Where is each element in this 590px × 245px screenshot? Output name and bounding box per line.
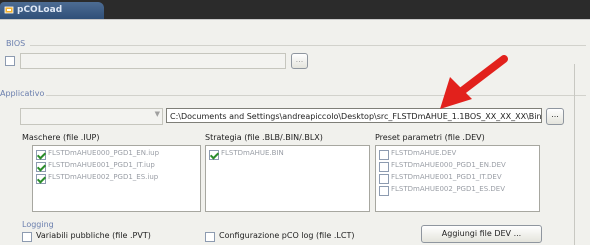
app-icon — [4, 6, 14, 14]
list-item[interactable]: FLSTDmAHUE.DEV — [391, 149, 456, 157]
maschere-checkbox-2[interactable] — [36, 174, 46, 184]
config-log-checkbox[interactable] — [205, 232, 215, 242]
maschere-list: FLSTDmAHUE000_PGD1_EN.iup FLSTDmAHUE001_… — [32, 145, 201, 212]
maschere-checkbox-0[interactable] — [36, 150, 46, 160]
preset-checkbox-0[interactable] — [379, 150, 389, 160]
preset-checkbox-3[interactable] — [379, 186, 389, 196]
config-log-label: Configurazione pCO log (file .LCT) — [219, 231, 355, 240]
preset-label: Preset parametri (file .DEV) — [375, 133, 485, 142]
applicativo-group-label: Applicativo — [0, 89, 45, 98]
list-item[interactable]: FLSTDmAHUE002_PGD1_ES.iup — [48, 173, 158, 181]
tab-title: pCOLoad — [17, 5, 63, 15]
bios-file-field[interactable] — [20, 53, 286, 69]
strategia-label: Strategia (file .BLB/.BIN/.BLX) — [205, 133, 323, 142]
list-item[interactable]: FLSTDmAHUE001_PGD1_IT.DEV — [391, 173, 502, 181]
bios-browse-button[interactable]: ... — [291, 53, 308, 69]
tab-pcoload[interactable]: pCOLoad — [0, 2, 104, 19]
right-edge-divider — [574, 64, 585, 245]
preset-checkbox-1[interactable] — [379, 162, 389, 172]
list-item[interactable]: FLSTDmAHUE.BIN — [221, 149, 284, 157]
variabili-checkbox[interactable] — [22, 232, 32, 242]
title-bar: pCOLoad — [0, 0, 590, 19]
bios-separator — [30, 45, 586, 46]
preset-checkbox-2[interactable] — [379, 174, 389, 184]
red-arrow-icon — [440, 55, 508, 109]
preset-list: FLSTDmAHUE.DEV FLSTDmAHUE000_PGD1_EN.DEV… — [375, 145, 540, 212]
list-item[interactable]: FLSTDmAHUE002_PGD1_ES.DEV — [391, 185, 505, 193]
add-dev-file-button[interactable]: Aggiungi file DEV ... — [421, 225, 542, 243]
list-item[interactable]: FLSTDmAHUE001_PGD1_IT.iup — [48, 161, 155, 169]
chevron-down-icon: ▼ — [154, 110, 160, 118]
list-item[interactable]: FLSTDmAHUE000_PGD1_EN.iup — [48, 149, 159, 157]
logging-group-label: Logging — [22, 220, 54, 229]
maschere-checkbox-1[interactable] — [36, 162, 46, 172]
main-panel: BIOS ... Applicativo ▼ C:\Documents and … — [0, 19, 590, 245]
list-item[interactable]: FLSTDmAHUE000_PGD1_EN.DEV — [391, 161, 506, 169]
maschere-label: Maschere (file .IUP) — [22, 133, 100, 142]
bios-group-label: BIOS — [6, 39, 26, 48]
applicativo-dropdown[interactable]: ▼ — [20, 108, 163, 125]
variabili-label: Variabili pubbliche (file .PVT) — [36, 231, 151, 240]
bios-checkbox[interactable] — [5, 56, 15, 66]
strategia-list: FLSTDmAHUE.BIN — [205, 145, 370, 212]
strategia-checkbox-0[interactable] — [209, 150, 219, 160]
applicativo-browse-button[interactable]: ... — [546, 108, 564, 125]
